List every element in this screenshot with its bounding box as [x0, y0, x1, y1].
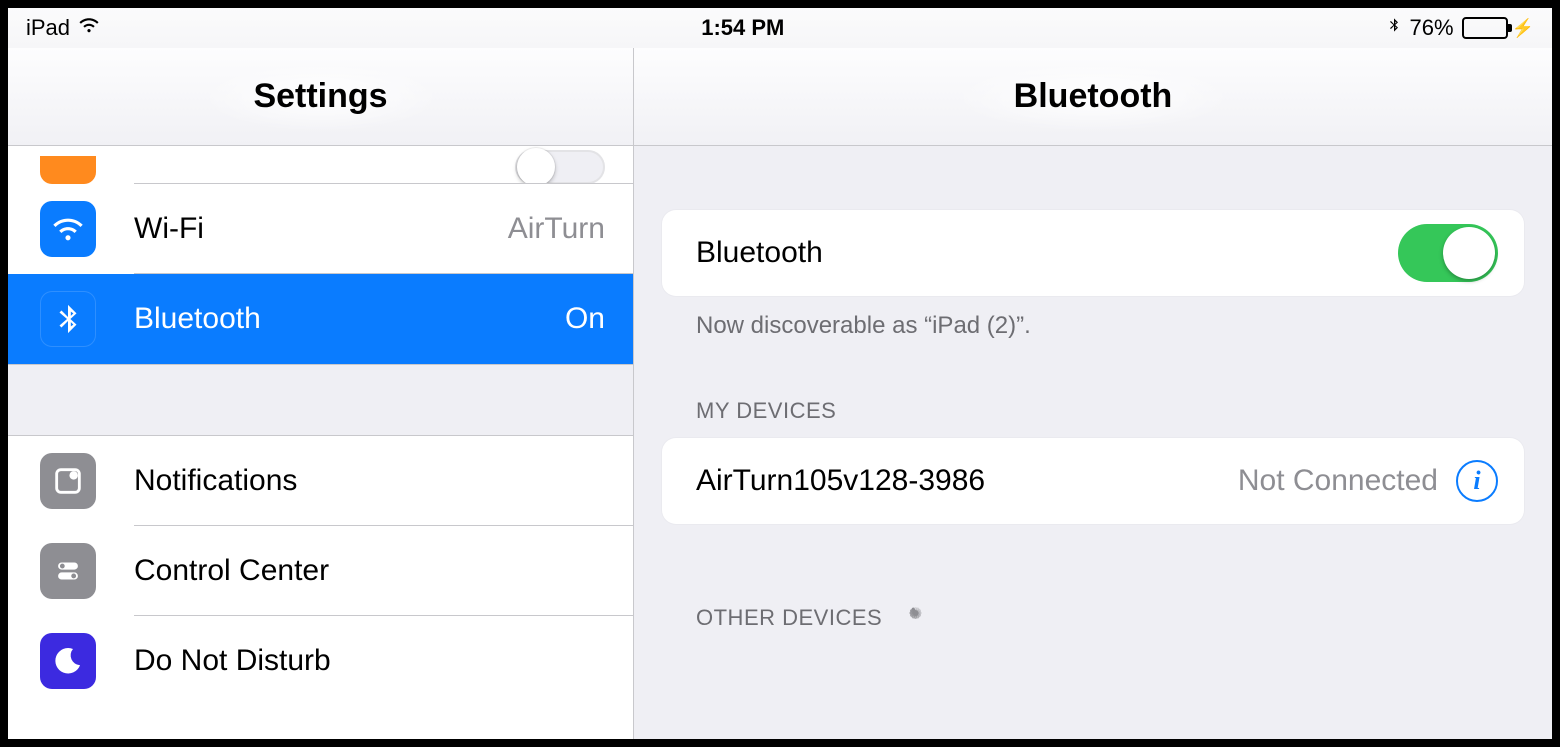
sidebar-title: Settings — [8, 48, 633, 146]
sidebar-item-label: Bluetooth — [134, 302, 565, 336]
airplane-icon — [40, 156, 96, 184]
info-icon[interactable]: i — [1456, 460, 1498, 502]
bluetooth-status-icon — [1386, 14, 1402, 42]
bluetooth-toggle-label: Bluetooth — [696, 236, 1398, 270]
battery-icon: ⚡ — [1462, 17, 1534, 39]
sidebar-item-control-center[interactable]: Control Center — [8, 526, 633, 616]
sidebar-item-label: Control Center — [134, 554, 605, 588]
device-status: Not Connected — [1238, 464, 1438, 498]
sidebar-item-dnd[interactable]: Do Not Disturb — [8, 616, 633, 706]
airplane-toggle[interactable] — [515, 150, 605, 184]
wifi-status-icon — [78, 14, 100, 42]
sidebar-item-label: Wi-Fi — [134, 212, 508, 246]
control-center-icon — [40, 543, 96, 599]
sidebar-item-bluetooth[interactable]: Bluetooth On — [8, 274, 633, 364]
bluetooth-toggle[interactable] — [1398, 224, 1498, 282]
spinner-icon — [900, 604, 928, 632]
charging-icon: ⚡ — [1512, 18, 1534, 39]
device-row[interactable]: AirTurn105v128-3986 Not Connected i — [662, 438, 1524, 524]
my-devices-header: MY DEVICES — [662, 398, 1524, 438]
discoverable-text: Now discoverable as “iPad (2)”. — [662, 296, 1524, 340]
screen: iPad 1:54 PM 76% ⚡ Settings — [8, 8, 1552, 739]
sidebar-item-wifi[interactable]: Wi-Fi AirTurn — [8, 184, 633, 274]
sidebar-item-airplane[interactable] — [8, 146, 633, 184]
sidebar-item-label: Notifications — [134, 464, 605, 498]
other-devices-header: OTHER DEVICES — [662, 604, 1524, 646]
sidebar-item-notifications[interactable]: Notifications — [8, 436, 633, 526]
wifi-icon — [40, 201, 96, 257]
status-bar: iPad 1:54 PM 76% ⚡ — [8, 8, 1552, 48]
device-frame: iPad 1:54 PM 76% ⚡ Settings — [0, 0, 1560, 747]
device-label: iPad — [26, 15, 70, 41]
detail-title: Bluetooth — [634, 48, 1552, 146]
bluetooth-icon — [40, 291, 96, 347]
settings-list[interactable]: Wi-Fi AirTurn Bluetooth On Noti — [8, 146, 633, 739]
section-divider — [8, 364, 633, 436]
sidebar-item-detail: AirTurn — [508, 212, 605, 246]
bluetooth-detail-panel: Bluetooth Bluetooth Now discoverable as … — [634, 48, 1552, 739]
sidebar-item-detail: On — [565, 302, 605, 336]
status-time: 1:54 PM — [100, 15, 1385, 41]
bluetooth-toggle-row[interactable]: Bluetooth — [662, 210, 1524, 296]
settings-sidebar: Settings Wi-Fi AirTurn — [8, 48, 634, 739]
moon-icon — [40, 633, 96, 689]
device-name: AirTurn105v128-3986 — [696, 464, 1238, 498]
notifications-icon — [40, 453, 96, 509]
battery-percent: 76% — [1410, 15, 1454, 41]
sidebar-item-label: Do Not Disturb — [134, 644, 605, 678]
